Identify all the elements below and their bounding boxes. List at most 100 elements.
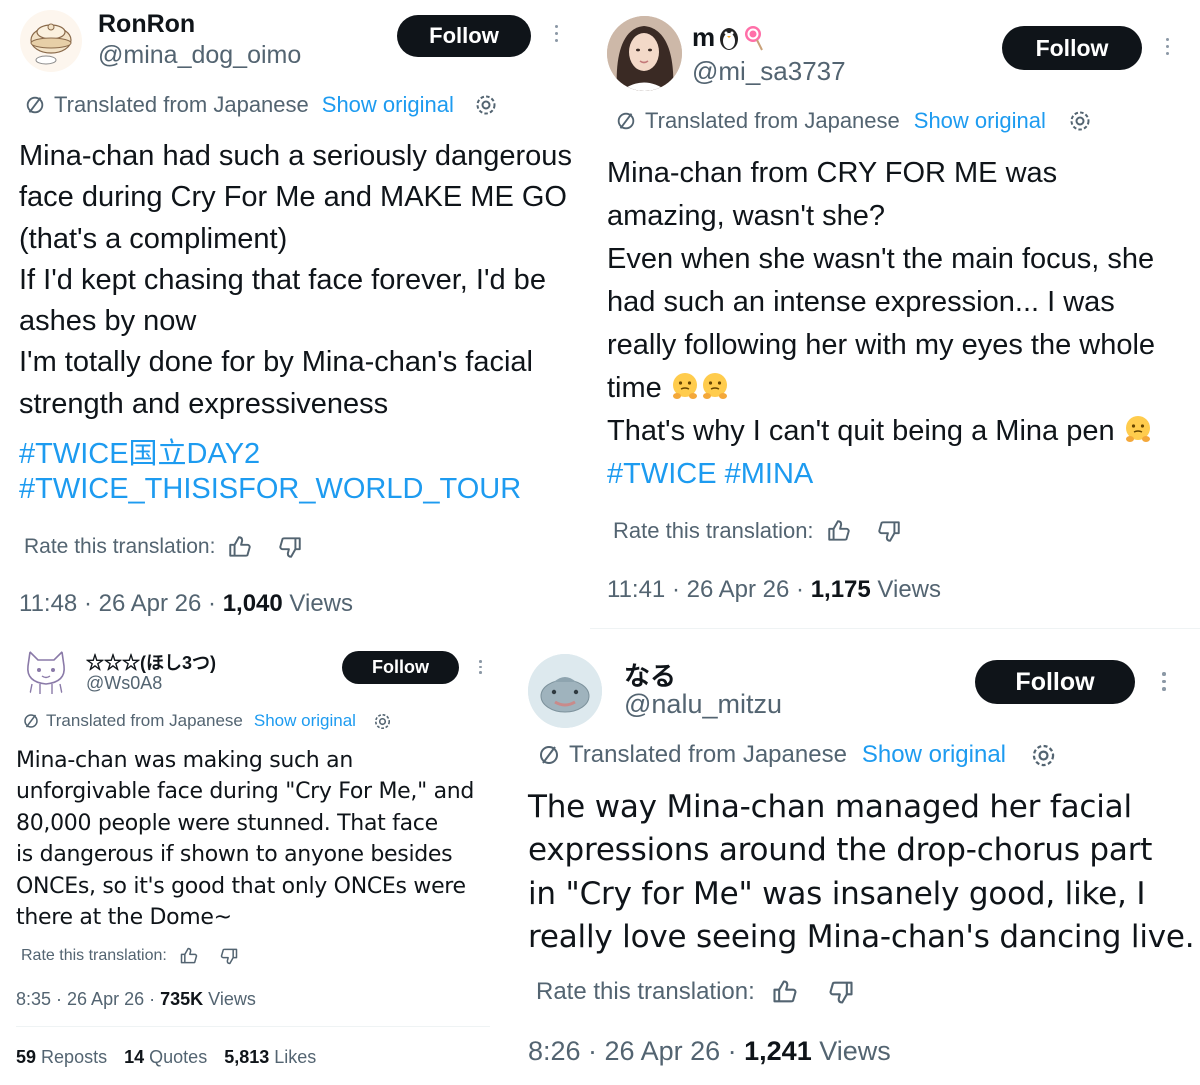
show-original-link[interactable]: Show original bbox=[254, 711, 356, 731]
user-handle[interactable]: @Ws0A8 bbox=[86, 673, 162, 694]
more-options-icon[interactable] bbox=[1166, 38, 1169, 55]
more-options-icon[interactable] bbox=[479, 660, 482, 674]
avatar[interactable] bbox=[20, 10, 82, 72]
likes-label: Likes bbox=[274, 1047, 317, 1067]
timestamp[interactable]: 8:26 · 26 Apr 26 · bbox=[528, 1036, 744, 1066]
penguin-emoji-icon bbox=[720, 27, 739, 50]
tweet-line: strength and expressiveness bbox=[19, 387, 389, 420]
reposts-label: Reposts bbox=[41, 1047, 108, 1067]
translation-bar: Translated from Japanese Show original bbox=[615, 108, 1092, 134]
display-name-text: m bbox=[692, 22, 716, 52]
tweet-line: really following her with my eyes the wh… bbox=[607, 329, 1156, 361]
views-label: Views bbox=[819, 1036, 891, 1066]
reposts-stat[interactable]: 59 Reposts bbox=[16, 1047, 107, 1067]
tweet-line: Mina-chan was making such an bbox=[16, 748, 353, 773]
user-handle[interactable]: @mi_sa3737 bbox=[692, 56, 846, 87]
more-options-icon[interactable] bbox=[1162, 672, 1166, 691]
tweet-text: Mina-chan was making such an unforgivabl… bbox=[16, 745, 474, 933]
hashtag-link[interactable]: #MINA bbox=[725, 458, 814, 490]
rate-translation: Rate this translation: bbox=[536, 978, 855, 1006]
tweet-line: The way Mina-chan managed her facial bbox=[528, 789, 1132, 825]
show-original-link[interactable]: Show original bbox=[914, 108, 1046, 134]
rate-translation: Rate this translation: bbox=[21, 946, 239, 966]
tweet-meta: 11:41 · 26 Apr 26 · 1,175 Views bbox=[607, 576, 941, 604]
rate-label: Rate this translation: bbox=[21, 947, 167, 964]
tweet-line: unforgivable face during "Cry For Me," a… bbox=[16, 779, 475, 805]
tweet-panel-misa: m @mi_sa3737 Follow Translated from Japa… bbox=[590, 0, 1200, 630]
quotes-stat[interactable]: 14 Quotes bbox=[124, 1047, 207, 1067]
hashtag-link[interactable]: #TWICE国立DAY2 bbox=[19, 430, 260, 472]
thumbs-up-icon[interactable] bbox=[179, 946, 199, 966]
avatar[interactable] bbox=[528, 654, 602, 728]
thumbs-down-icon[interactable] bbox=[827, 978, 855, 1006]
tweet-text: Mina-chan from CRY FOR ME was amazing, w… bbox=[607, 152, 1155, 496]
translated-label: Translated from Japanese bbox=[46, 711, 243, 730]
tweet-line: time bbox=[607, 367, 1155, 410]
timestamp[interactable]: 8:35 · 26 Apr 26 · bbox=[16, 989, 160, 1009]
tweet-line: expressions around the drop-chorus part bbox=[528, 832, 1153, 869]
tweet-line-text: time bbox=[607, 372, 662, 404]
rate-translation: Rate this translation: bbox=[613, 518, 902, 544]
thumbs-up-icon[interactable] bbox=[227, 534, 253, 560]
gear-icon[interactable] bbox=[1068, 109, 1092, 133]
face-holding-back-tears-emoji-icon bbox=[672, 373, 697, 399]
follow-button[interactable]: Follow bbox=[1002, 26, 1142, 70]
likes-count: 5,813 bbox=[224, 1047, 270, 1067]
view-count: 1,241 bbox=[744, 1036, 812, 1066]
display-name[interactable]: なる bbox=[624, 656, 676, 693]
user-handle[interactable]: @nalu_mitzu bbox=[624, 689, 782, 720]
thumbs-up-icon[interactable] bbox=[771, 978, 799, 1006]
follow-button[interactable]: Follow bbox=[342, 651, 459, 684]
likes-stat[interactable]: 5,813 Likes bbox=[224, 1047, 316, 1067]
tweet-meta: 8:26 · 26 Apr 26 · 1,241 Views bbox=[528, 1036, 891, 1067]
translate-icon bbox=[540, 746, 558, 764]
rate-label: Rate this translation: bbox=[536, 978, 755, 1005]
tweet-line: had such an intense expression... I was bbox=[607, 286, 1115, 318]
hashtag-link[interactable]: #TWICE bbox=[607, 458, 717, 490]
tweet-line: ashes by now bbox=[19, 305, 197, 338]
divider bbox=[590, 628, 1200, 629]
cat-doodle-icon bbox=[27, 650, 65, 695]
tweet-line: 80,000 people were stunned. That face bbox=[16, 810, 438, 836]
thumbs-down-icon[interactable] bbox=[277, 534, 303, 560]
tweet-panel-ronron: RonRon @mina_dog_oimo Follow Translated … bbox=[0, 0, 585, 630]
dumpling-icon bbox=[30, 23, 72, 65]
timestamp[interactable]: 11:41 · 26 Apr 26 · bbox=[607, 576, 811, 603]
display-name[interactable]: m bbox=[692, 22, 764, 53]
gear-icon[interactable] bbox=[474, 93, 498, 117]
gear-icon[interactable] bbox=[373, 712, 392, 731]
hashtag-row: #TWICE #MINA bbox=[607, 453, 1155, 496]
thumbs-down-icon[interactable] bbox=[219, 946, 239, 966]
face-holding-back-tears-emoji-icon bbox=[702, 373, 727, 399]
display-name[interactable]: ☆☆☆(ほし3つ) bbox=[86, 649, 216, 675]
show-original-link[interactable]: Show original bbox=[862, 741, 1006, 769]
show-original-link[interactable]: Show original bbox=[322, 92, 454, 118]
divider bbox=[16, 1026, 490, 1027]
user-handle[interactable]: @mina_dog_oimo bbox=[98, 41, 301, 70]
hashtag-link[interactable]: #TWICE_THISISFOR_WORLD_TOUR bbox=[19, 473, 521, 506]
tweet-line: Mina-chan had such a seriously dangerous bbox=[19, 140, 572, 172]
timestamp[interactable]: 11:48 · 26 Apr 26 · bbox=[19, 590, 223, 617]
thumbs-down-icon[interactable] bbox=[876, 518, 902, 544]
follow-button[interactable]: Follow bbox=[975, 660, 1135, 704]
fish-plush-icon bbox=[528, 654, 602, 728]
lollipop-emoji-icon bbox=[745, 25, 764, 50]
tweet-line: there at the Dome~ bbox=[16, 905, 232, 931]
quotes-count: 14 bbox=[124, 1047, 145, 1067]
views-label: Views bbox=[208, 989, 256, 1009]
avatar[interactable] bbox=[607, 16, 682, 91]
tweet-line-text: That's why I can't quit being a Mina pen bbox=[607, 415, 1115, 447]
profile-photo-icon bbox=[607, 16, 682, 91]
thumbs-up-icon[interactable] bbox=[826, 518, 852, 544]
tweet-line: face during Cry For Me and MAKE ME GO bbox=[19, 181, 567, 214]
display-name[interactable]: RonRon bbox=[98, 10, 195, 39]
view-count: 1,175 bbox=[810, 576, 871, 603]
quotes-label: Quotes bbox=[149, 1047, 208, 1067]
face-holding-back-tears-emoji-icon bbox=[1125, 416, 1150, 442]
tweet-meta: 11:48 · 26 Apr 26 · 1,040 Views bbox=[19, 590, 353, 618]
more-options-icon[interactable] bbox=[555, 25, 558, 42]
gear-icon[interactable] bbox=[1030, 742, 1057, 769]
tweet-panel-hoshi: ☆☆☆(ほし3つ) @Ws0A8 Follow Translated from … bbox=[0, 636, 500, 1085]
avatar[interactable] bbox=[20, 646, 72, 698]
follow-button[interactable]: Follow bbox=[397, 15, 531, 57]
